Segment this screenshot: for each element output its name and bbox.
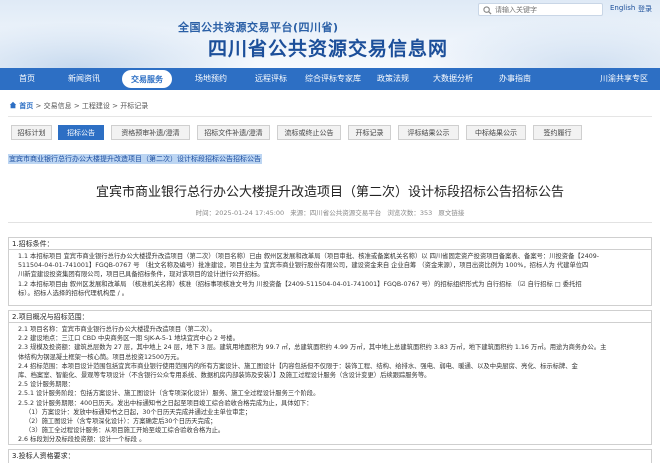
nav-item-venue-booking[interactable]: 场地预约	[188, 68, 234, 90]
article-title: 宜宾市商业银行总行办公大楼提升改造项目（第二次）设计标段招标公告招标公告	[95, 185, 564, 200]
site-title[interactable]: 四川省公共资源交易信息网	[208, 34, 448, 61]
section-line: 1.2 本招标项目由 叙州区发展和改革局 （核准机关名称）核准（招标事项核准文号…	[18, 280, 582, 288]
breadcrumb-separator: >	[73, 102, 80, 110]
search-icon[interactable]	[483, 6, 492, 17]
section-line: 2.2 建设地点：三江口 CBD 中央商务区一期 SJK-A-5-1 地块宜宾中…	[18, 335, 239, 343]
section-bidding-conditions: 1.招标条件： 1.1 本招标项目 宜宾市商业银行总行办公大楼提升改造项目（第二…	[8, 237, 652, 306]
section-line: 2.3 规模及投资额：建筑总层数为 27 层，其中地上 24 层，地下 3 层。…	[18, 344, 607, 352]
home-icon	[9, 101, 17, 109]
source: 来源：四川省公共资源交易平台	[290, 209, 382, 217]
nav-item-news[interactable]: 新闻资讯	[60, 68, 108, 90]
publish-time: 时间：2025-01-24 17:45:00	[195, 209, 285, 217]
section-line: （2）施工图设计（含专项深化设计）：方案确定后30个日历天完成；	[25, 418, 217, 426]
article-meta: 时间：2025-01-24 17:45:00 来源：四川省公共资源交易平台 浏览…	[0, 207, 660, 217]
breadcrumb-separator: >	[35, 102, 42, 110]
tab-contract-performance[interactable]: 签约履行	[533, 125, 582, 140]
tab-bid-opening-record[interactable]: 开标记录	[348, 125, 391, 140]
section-line: 511504-04-01-741001】FGQB-0767 号 （批文名称及编号…	[18, 262, 589, 270]
tab-bid-document-clarification[interactable]: 招标文件补遗/澄清	[197, 125, 270, 140]
tab-bidding-announcement[interactable]: 招标公告	[58, 125, 104, 140]
section-heading: 2.项目概况与招标范围：	[9, 311, 651, 323]
section-line: 2.5 设计服务期限：	[18, 381, 75, 389]
nav-item-home[interactable]: 首页	[12, 68, 42, 90]
divider	[8, 222, 652, 223]
nav-item-policies[interactable]: 政策法规	[372, 68, 414, 90]
view-count: 浏览次数：353	[387, 209, 433, 217]
nav-item-remote-evaluation[interactable]: 远程评标	[248, 68, 294, 90]
nav-item-expert-database[interactable]: 综合评标专家库	[300, 68, 366, 90]
section-line: 2.4 招标范围：本项目设计范围包括宜宾市商业银行使用范围内的所有方案设计、施工…	[18, 362, 578, 370]
section-heading: 1.招标条件：	[9, 238, 651, 250]
search-box[interactable]	[478, 3, 603, 16]
section-line: （3）施工全过程设计服务：从项目施工开始至竣工综合验收合格为止。	[25, 427, 225, 435]
selected-project-title[interactable]: 宜宾市商业银行总行办公大楼提升改造项目（第二次）设计标段招标公告招标公告	[8, 154, 262, 164]
search-input[interactable]	[495, 5, 599, 15]
nav-item-data-analysis[interactable]: 大数据分析	[428, 68, 478, 90]
main-nav: 首页 新闻资讯 交易服务 场地预约 远程评标 综合评标专家库 政策法规 大数据分…	[0, 68, 660, 90]
site-header: 全国公共资源交易平台(四川省) 四川省公共资源交易信息网 English 登录	[0, 0, 660, 68]
breadcrumb-home[interactable]: 首页	[19, 102, 33, 110]
breadcrumb-engineering[interactable]: 工程建设	[82, 102, 110, 110]
section-line: 川新宜建设投资集团有限公司，项目已具备招标条件，现对该项目的设计进行公开招标。	[18, 271, 264, 279]
divider	[8, 116, 652, 117]
nav-item-guide[interactable]: 办事指南	[494, 68, 536, 90]
section-line: （1）方案设计：发放中标通知书之日起，30个日历天完成并通过业主单位审定；	[25, 408, 252, 416]
tab-bidding-plan[interactable]: 招标计划	[11, 125, 52, 140]
tab-failed-bid-announcement[interactable]: 流标或终止公告	[277, 125, 341, 140]
tab-winning-result[interactable]: 中标结果公示	[466, 125, 526, 140]
breadcrumb-separator: >	[112, 102, 119, 110]
tab-prequalification-clarification[interactable]: 资格预审补遗/澄清	[111, 125, 190, 140]
section-line: 库、档案室、智能化、景观等专项设计（不含银行公众专用系统、数据机房内部装饰及安装…	[18, 372, 431, 380]
login-link[interactable]: 登录	[638, 4, 652, 14]
section-body: 2.1 项目名称：宜宾市商业银行总行办公大楼提升改造项目（第二次）。 2.2 建…	[9, 323, 651, 447]
section-bidder-qualification: 3.投标人资格要求：	[8, 449, 652, 463]
section-line: 2.5.1 设计服务阶段：包括方案设计、施工图设计（含专项深化设计）服务、施工全…	[18, 390, 320, 398]
section-project-overview: 2.项目概况与招标范围： 2.1 项目名称：宜宾市商业银行总行办公大楼提升改造项…	[8, 310, 652, 445]
nav-item-chuanyu-zone[interactable]: 川渝共享专区	[594, 68, 654, 90]
original-link[interactable]: 原文链接	[438, 209, 464, 217]
breadcrumb: 首页 > 交易信息 > 工程建设 > 开标记录	[9, 100, 148, 112]
section-line: 2.1 项目名称：宜宾市商业银行总行办公大楼提升改造项目（第二次）。	[18, 326, 216, 333]
section-heading: 3.投标人资格要求：	[12, 452, 75, 460]
section-line: 体结构为钢混凝土框架一核心筒。项目总投资12500万元。	[18, 353, 183, 361]
section-line: 2.6 标段划分及标段投资额：设计一个标段 。	[18, 436, 146, 444]
header-decoration-right	[420, 18, 660, 68]
tab-evaluation-result[interactable]: 评标结果公示	[398, 125, 459, 140]
site-subtitle: 全国公共资源交易平台(四川省)	[178, 21, 339, 34]
section-body: 1.1 本招标项目 宜宾市商业银行总行办公大楼提升改造项目（第二次）（项目名称）…	[9, 250, 651, 300]
language-switch-link[interactable]: English	[610, 4, 635, 12]
section-line: 1.1 本招标项目 宜宾市商业银行总行办公大楼提升改造项目（第二次）（项目名称）…	[18, 253, 599, 260]
nav-item-trading-services[interactable]: 交易服务	[122, 70, 172, 88]
section-line: 标）。招标人选择的招标代理机构是 / 。	[18, 289, 129, 297]
breadcrumb-trading-info[interactable]: 交易信息	[44, 102, 72, 110]
breadcrumb-opening-record[interactable]: 开标记录	[120, 102, 148, 110]
section-line: 2.5.2 设计服务期限：400日历天。发出中标通知书之日起至项目竣工综合验收合…	[18, 399, 313, 407]
